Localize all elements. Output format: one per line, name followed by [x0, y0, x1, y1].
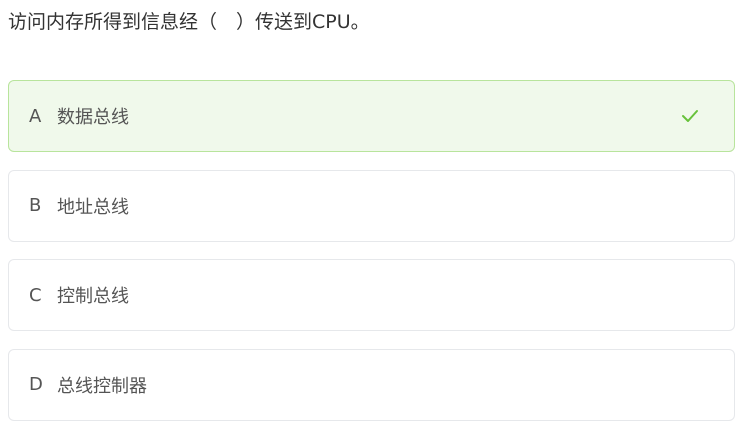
option-label: 地址总线 [57, 196, 129, 218]
check-icon [682, 110, 698, 122]
option-letter: A [29, 105, 42, 127]
question-text: 访问内存所得到信息经（ ）传送到CPU。 [8, 11, 370, 33]
options-list: A 数据总线 B 地址总线 C 控制总线 D 总线控制器 [8, 80, 735, 438]
option-d[interactable]: D 总线控制器 [8, 348, 735, 421]
option-letter: D [29, 374, 43, 395]
option-letter: B [29, 195, 42, 216]
option-label: 总线控制器 [57, 375, 147, 397]
option-b[interactable]: B 地址总线 [8, 169, 735, 242]
option-letter: C [29, 284, 42, 306]
option-c[interactable]: C 控制总线 [8, 259, 735, 331]
option-a[interactable]: A 数据总线 [8, 80, 735, 152]
option-label: 控制总线 [57, 286, 129, 307]
option-label: 数据总线 [57, 107, 129, 128]
